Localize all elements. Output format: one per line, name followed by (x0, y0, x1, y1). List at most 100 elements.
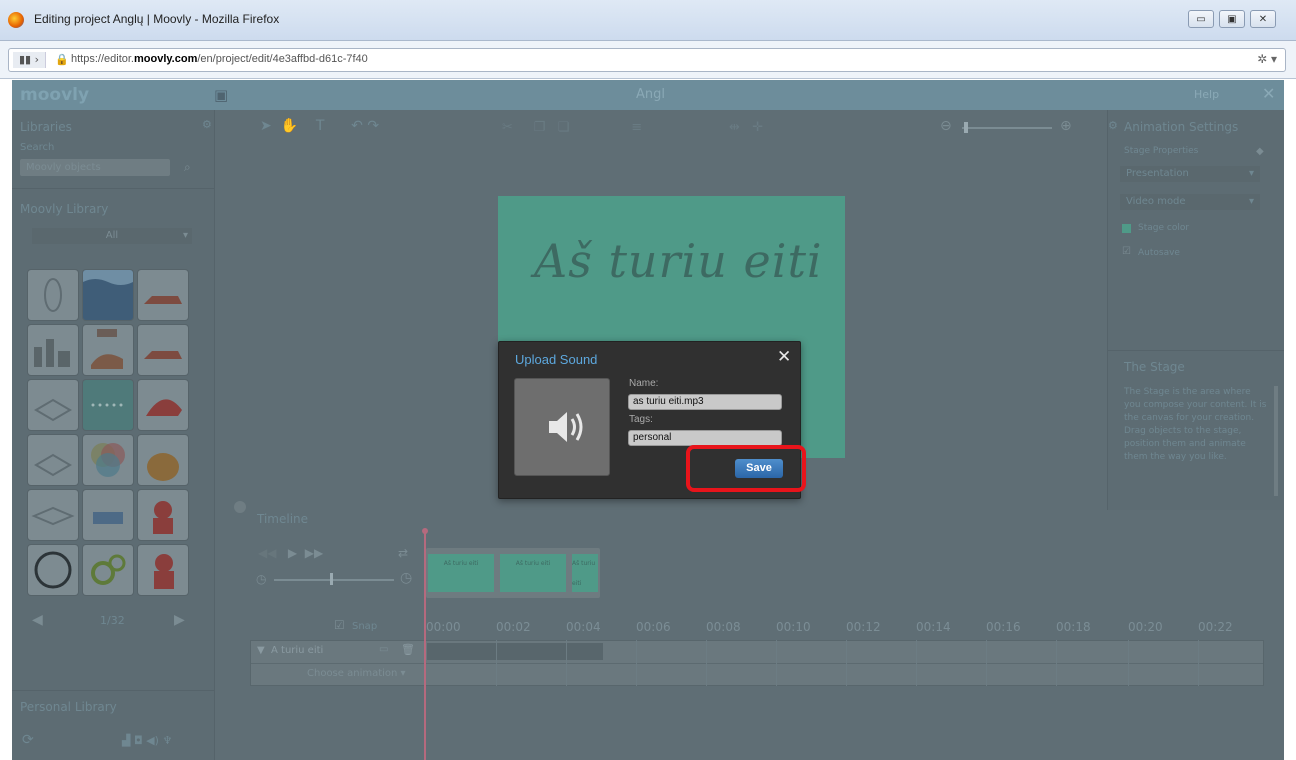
flip-horizontal-icon[interactable]: ⇹ (729, 120, 740, 135)
lock-icon: 🔒 (55, 53, 69, 66)
redo-icon[interactable]: ↷ (367, 118, 379, 134)
select-arrow-icon[interactable]: ➤ (260, 118, 272, 134)
copy-icon[interactable]: ❐ (534, 120, 546, 135)
category-value: All (105, 230, 119, 241)
library-thumb-santa[interactable] (138, 490, 188, 540)
timeline-tick: 00:16 (986, 620, 1021, 634)
library-thumb-santa-hat[interactable] (138, 380, 188, 430)
camera-icon[interactable]: ◘ (134, 734, 143, 747)
rewind-icon[interactable]: ◀◀ (258, 546, 276, 560)
library-thumb-map[interactable] (28, 380, 78, 430)
stage-help-text: The Stage is the area where you compose … (1124, 387, 1267, 462)
url-field[interactable]: ▮▮ › 🔒 https://editor.moovly.com/en/proj… (8, 48, 1286, 72)
choose-animation-label: Choose animation (307, 668, 398, 679)
undo-icon[interactable]: ↶ (351, 118, 363, 134)
speed-slider[interactable] (274, 579, 394, 581)
help-link[interactable]: Help (1194, 88, 1219, 101)
choose-animation-select[interactable]: Choose animation ▾ (307, 668, 406, 679)
preview-filmstrip[interactable]: Aš turiu eiti Aš turiu eiti Aš turiu eit… (426, 548, 600, 598)
microphone-icon[interactable]: ♆ (162, 734, 172, 747)
trash-icon[interactable]: 🗑 (401, 643, 415, 656)
addon-icon[interactable]: ✲ ▾ (1257, 52, 1277, 66)
loop-icon[interactable]: ⇄ (398, 546, 408, 560)
edit-tools: ✂ ❐ ❏ ≡ ⇹ ✛ (502, 120, 763, 135)
zoom-in-icon[interactable]: ⊕ (1060, 118, 1072, 134)
maximize-button[interactable]: ▣ (1219, 10, 1245, 28)
settings-icon[interactable]: ⚙ (202, 118, 212, 131)
clock-icon: ◷ (400, 570, 413, 586)
hand-icon[interactable]: ✋ (281, 118, 298, 134)
image-upload-icon[interactable]: ▟ (122, 734, 130, 747)
tags-field[interactable]: personal (628, 430, 782, 446)
search-icon[interactable]: ⌕ (184, 160, 191, 175)
library-thumb-handwash[interactable] (83, 325, 133, 375)
text-tool-icon[interactable]: T (316, 118, 325, 134)
library-thumb-meeting[interactable] (83, 490, 133, 540)
library-thumb-sack[interactable] (138, 435, 188, 485)
stage-color-label: Stage color (1138, 223, 1190, 233)
video-mode-select[interactable]: Video mode ▾ (1120, 194, 1260, 210)
close-dialog-icon[interactable]: ✕ (777, 347, 791, 367)
flip-vertical-icon[interactable]: ✛ (752, 120, 763, 135)
timeline-tick: 00:22 (1198, 620, 1233, 634)
zoom-slider-handle[interactable] (964, 122, 968, 133)
diamond-icon: ◆ (1256, 146, 1264, 157)
speed-slider-handle[interactable] (330, 573, 333, 585)
zoom-slider[interactable] (962, 127, 1052, 129)
close-editor-icon[interactable]: ✕ (1262, 84, 1275, 103)
library-thumb-city[interactable] (28, 325, 78, 375)
speaker-icon (549, 412, 583, 442)
playhead-line[interactable] (424, 532, 426, 760)
sound-name-field[interactable]: as turiu eiti.mp3 (628, 394, 782, 410)
scrollbar[interactable] (1274, 386, 1278, 496)
library-thumb-grid[interactable] (28, 435, 78, 485)
library-search-input[interactable]: Moovly objects (20, 159, 170, 176)
sound-upload-icon[interactable]: ◀) (146, 734, 159, 747)
cut-icon[interactable]: ✂ (502, 120, 513, 135)
timeline-toggle-icon[interactable] (234, 501, 246, 513)
previous-page-arrow-icon[interactable]: ◀ (32, 612, 43, 628)
tags-label: Tags: (629, 414, 653, 425)
library-thumb-dots[interactable] (83, 380, 133, 430)
library-pagination: 1/32 (100, 614, 125, 627)
autosave-label: Autosave (1138, 248, 1180, 258)
library-thumb-sleigh[interactable] (138, 270, 188, 320)
align-icon[interactable]: ≡ (631, 120, 642, 135)
timeline-tick: 00:08 (706, 620, 741, 634)
stage-text-object[interactable]: Aš turiu eiti (534, 234, 823, 288)
zoom-out-icon[interactable]: ⊖ (940, 118, 952, 134)
track-name[interactable]: A turiu eiti (271, 645, 323, 656)
library-thumb-gears[interactable] (83, 545, 133, 595)
track-clip[interactable] (427, 643, 603, 660)
lock-track-icon[interactable]: ▭ (379, 644, 388, 655)
settings-gear-icon[interactable]: ⚙ (1108, 119, 1118, 132)
next-page-arrow-icon[interactable]: ▶ (174, 612, 185, 628)
library-thumb-globe[interactable] (28, 545, 78, 595)
project-name[interactable]: Angl (636, 87, 665, 102)
fast-forward-icon[interactable]: ▶▶ (305, 546, 323, 560)
timeline-tick: 00:10 (776, 620, 811, 634)
snap-checkbox[interactable]: ☑ (334, 618, 345, 632)
library-thumb-santa-sack[interactable] (138, 545, 188, 595)
category-select[interactable]: All ▾ (32, 228, 192, 244)
url-text: https://editor.moovly.com/en/project/edi… (71, 53, 368, 65)
library-thumb-venn[interactable] (83, 435, 133, 485)
paste-icon[interactable]: ❏ (558, 120, 570, 135)
library-thumb-footprint[interactable] (28, 270, 78, 320)
library-thumb-platform[interactable] (28, 490, 78, 540)
timeline-track[interactable]: ▼ A turiu eiti ▭ 🗑 Choose animation ▾ (250, 640, 1264, 686)
track-expand-icon[interactable]: ▼ (257, 645, 265, 656)
timeline-tick: 00:04 (566, 620, 601, 634)
site-identity-icon[interactable]: ▮▮ › (13, 52, 46, 68)
minimize-button[interactable]: ▭ (1188, 10, 1214, 28)
play-icon[interactable]: ▶ (288, 546, 297, 560)
library-thumb-reindeer[interactable] (138, 325, 188, 375)
close-window-button[interactable]: ✕ (1250, 10, 1276, 28)
refresh-icon[interactable]: ⟳ (22, 732, 34, 748)
preview-frame: Aš turiu eiti (500, 554, 566, 592)
save-project-icon[interactable]: ▣ (214, 86, 228, 104)
presentation-select[interactable]: Presentation ▾ (1120, 166, 1260, 182)
stage-color-swatch[interactable] (1122, 224, 1131, 233)
library-thumb-water[interactable] (83, 270, 133, 320)
autosave-checkbox[interactable]: ☑ (1122, 246, 1131, 257)
